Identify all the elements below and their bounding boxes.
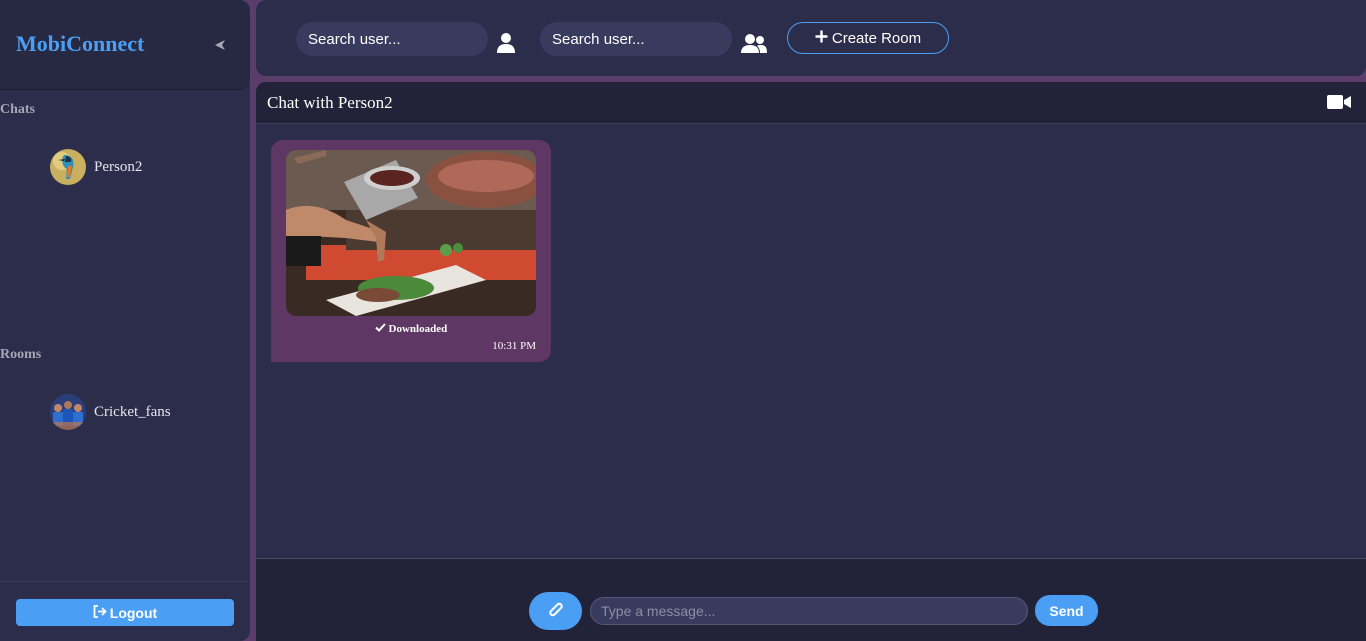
chat-item-person2[interactable]: Person2: [50, 149, 142, 185]
chat-panel: Chat with Person2 Downloaded 10:31 PM Ty…: [256, 82, 1366, 641]
search-user-input[interactable]: [296, 22, 488, 56]
create-room-button[interactable]: Create Room: [787, 22, 949, 54]
message-bubble: Downloaded 10:31 PM: [271, 140, 551, 362]
room-item-cricket-fans[interactable]: Cricket_fans: [50, 394, 171, 430]
search-group-input[interactable]: [540, 22, 732, 56]
plus-icon: [815, 30, 828, 47]
app-root: MobiConnect Chats Person2 Rooms Cricket_…: [0, 0, 1366, 641]
chat-title: Chat with Person2: [267, 93, 393, 112]
sign-out-icon: [93, 604, 108, 621]
message-image[interactable]: [286, 150, 536, 316]
message-composer: Send: [256, 558, 1366, 641]
send-button[interactable]: Send: [1035, 595, 1098, 626]
logout-button[interactable]: Logout: [16, 599, 234, 626]
sidebar-header: MobiConnect: [0, 0, 250, 90]
chats-section-title: Chats: [0, 102, 36, 117]
video-camera-icon[interactable]: [1327, 94, 1351, 115]
chevron-left-icon[interactable]: [212, 37, 228, 53]
sidebar-footer: Logout: [0, 581, 250, 641]
users-icon[interactable]: [740, 33, 768, 60]
message-timestamp: 10:31 PM: [492, 340, 536, 352]
chat-item-label: Person2: [94, 158, 143, 175]
chat-header: Chat with Person2: [256, 82, 1366, 124]
message-status: Downloaded: [271, 323, 551, 335]
top-bar: Create Room: [256, 0, 1366, 76]
logout-label: Logout: [109, 604, 158, 621]
avatar: [50, 394, 86, 430]
message-input[interactable]: [590, 597, 1028, 625]
brand-logo-text: MobiConnect: [16, 31, 145, 56]
avatar: [50, 149, 86, 185]
create-room-label: Create Room: [831, 29, 922, 47]
room-item-label: Cricket_fans: [94, 403, 171, 420]
sidebar: MobiConnect Chats Person2 Rooms Cricket_…: [0, 0, 250, 641]
check-icon: [375, 323, 389, 335]
rooms-section-title: Rooms: [0, 347, 42, 362]
message-status-label: Downloaded: [388, 323, 448, 335]
paperclip-icon[interactable]: [529, 592, 582, 630]
user-icon[interactable]: [496, 32, 516, 59]
